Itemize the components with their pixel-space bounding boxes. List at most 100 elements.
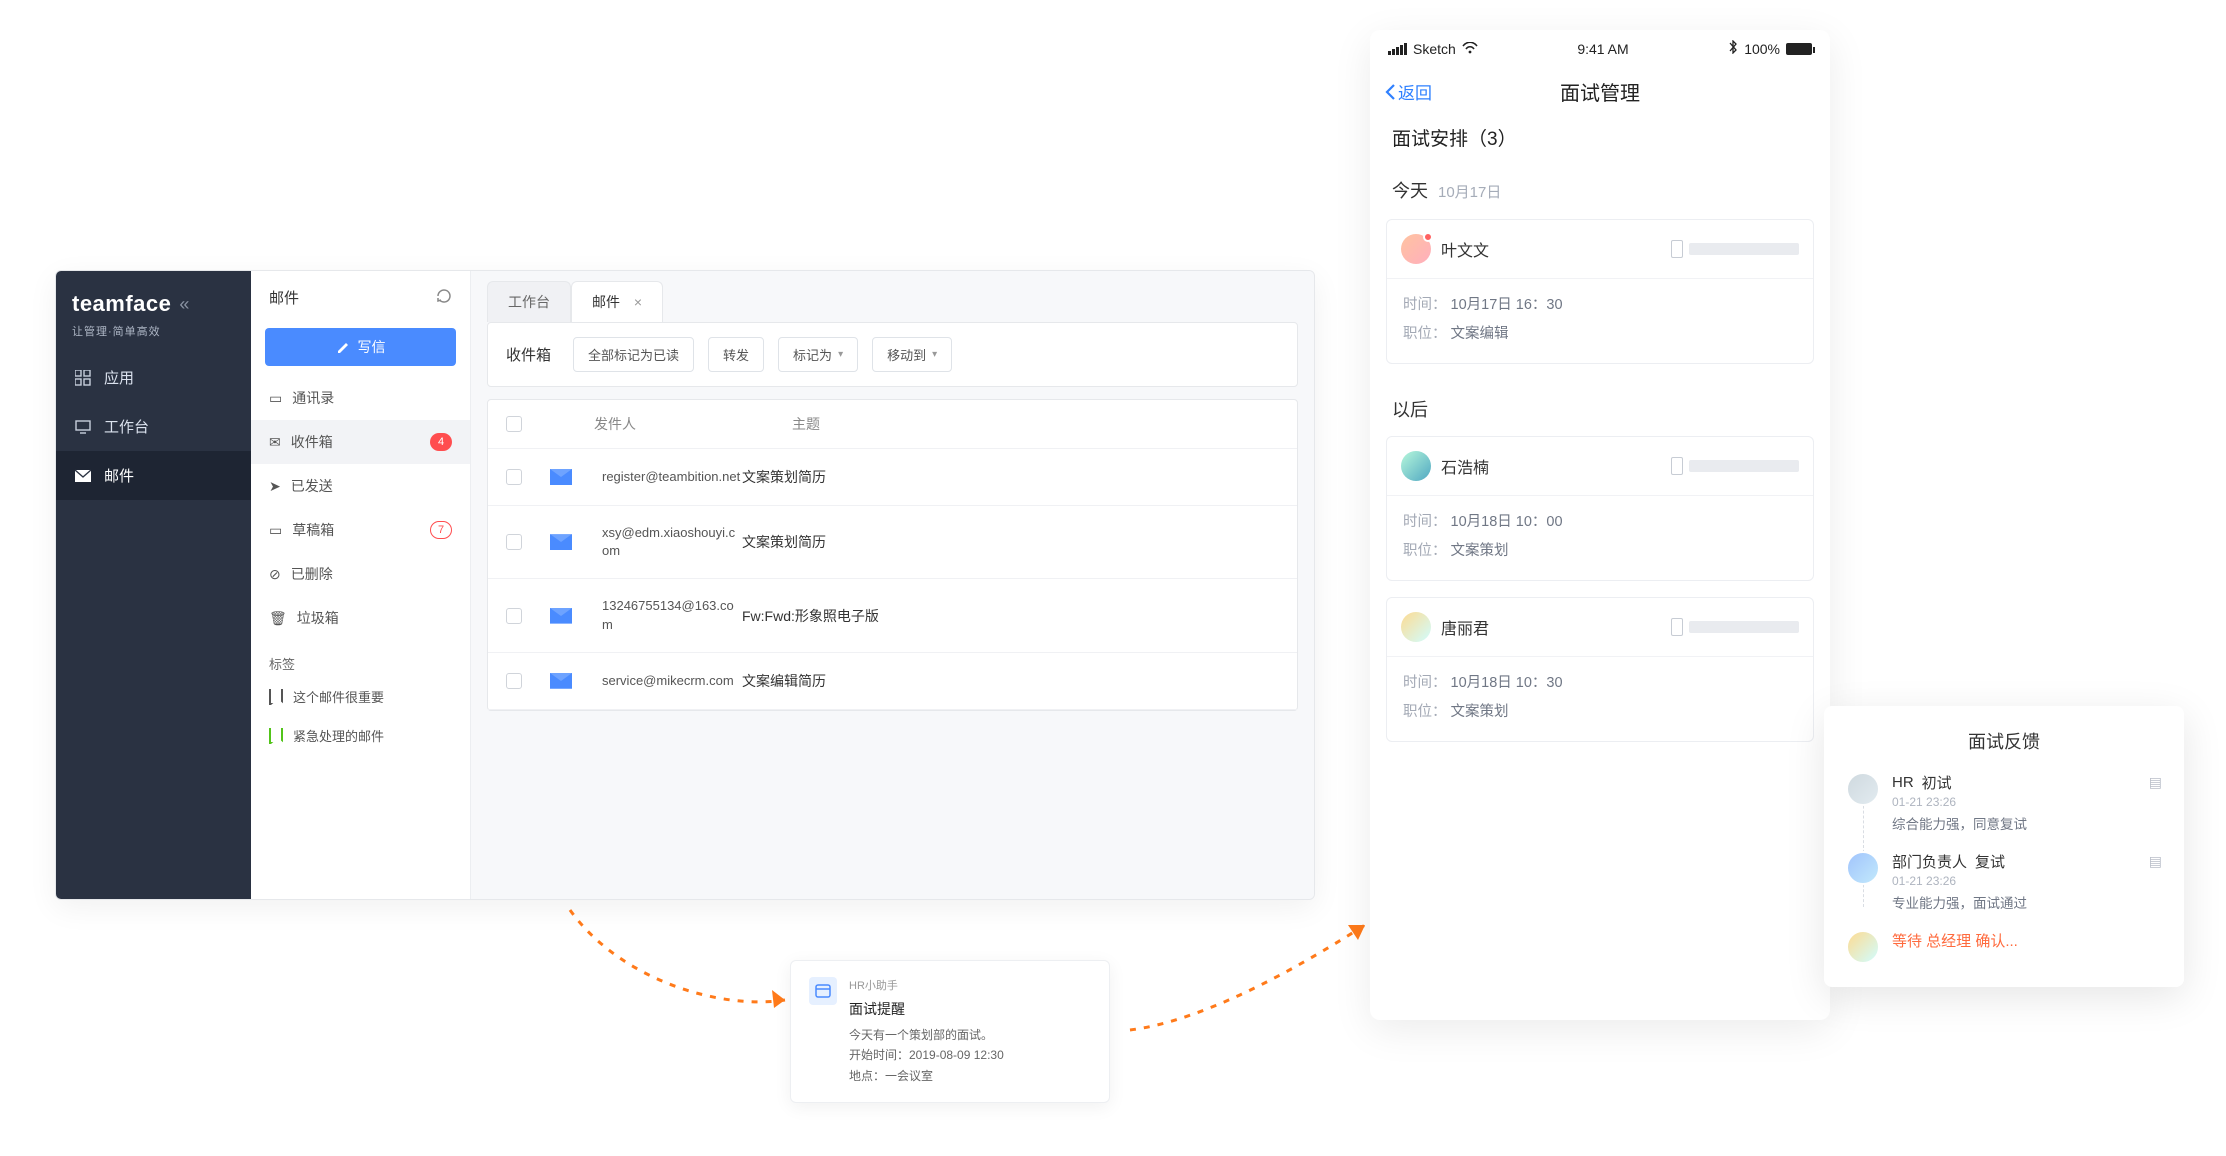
row-checkbox[interactable] (506, 534, 522, 550)
avatar (1401, 451, 1431, 481)
tags-section-label: 标签 (251, 640, 470, 677)
tag-urgent[interactable]: 紧急处理的邮件 (251, 716, 470, 755)
time-label: 时间： (1403, 675, 1447, 691)
section-heading: 面试安排（3） (1370, 120, 1830, 159)
phone-icon (1671, 457, 1683, 475)
nav-mail-label: 邮件 (104, 465, 134, 486)
mail-toolbar: 收件箱 全部标记为已读 转发 标记为▾ 移动到▾ (487, 322, 1298, 387)
close-icon[interactable]: × (634, 294, 642, 310)
notification-card[interactable]: HR小助手 面试提醒 今天有一个策划部的面试。 开始时间：2019-08-09 … (790, 960, 1110, 1103)
interview-card[interactable]: 叶文文 时间：10月17日 16：30 职位：文案编辑 (1386, 219, 1814, 364)
subject: 文案编辑简历 (742, 671, 826, 691)
mail-icon (74, 467, 92, 485)
interview-card[interactable]: 唐丽君 时间：10月18日 10：30 职位：文案策划 (1386, 597, 1814, 742)
table-row[interactable]: xsy@edm.xiaoshouyi.com 文案策划简历 (488, 506, 1297, 579)
phone-field (1671, 240, 1799, 258)
redacted-bar (1689, 460, 1799, 472)
contacts-icon: ▭ (269, 390, 282, 407)
nav-workbench[interactable]: 工作台 (56, 402, 251, 451)
redacted-bar (1689, 621, 1799, 633)
sidebar-inbox[interactable]: ✉ 收件箱 4 (251, 420, 470, 464)
position-label: 职位： (1403, 326, 1447, 342)
row-checkbox[interactable] (506, 469, 522, 485)
inbox-label: 收件箱 (291, 432, 333, 452)
sidebar-title: 邮件 (269, 287, 299, 308)
position-label: 职位： (1403, 704, 1447, 720)
feedback-popover: 面试反馈 HR 初试 ▤ 01-21 23:26 综合能力强，同意复试 部门负责… (1824, 706, 2184, 987)
trash-icon: 🗑 (269, 610, 287, 627)
position-value: 文案策划 (1451, 543, 1509, 559)
row-checkbox[interactable] (506, 673, 522, 689)
contacts-label: 通讯录 (292, 388, 334, 408)
carrier: Sketch (1413, 41, 1456, 57)
grid-icon (74, 369, 92, 387)
position-value: 文案编辑 (1451, 326, 1509, 342)
note-icon[interactable]: ▤ (2149, 853, 2162, 870)
candidate-name: 叶文文 (1441, 237, 1489, 261)
calendar-icon (809, 977, 837, 1005)
mail-sidebar: 邮件 写信 ▭ 通讯录 ✉ 收件箱 4 ➤ 已发送 ▭ 草稿箱 7 (251, 271, 471, 899)
trash-label: 垃圾箱 (297, 608, 339, 628)
chevron-down-icon: ▾ (932, 349, 937, 360)
select-all-checkbox[interactable] (506, 416, 522, 432)
phone-icon (1671, 240, 1683, 258)
chevron-down-icon: ▾ (838, 349, 843, 360)
feedback-text: 综合能力强，同意复试 (1892, 813, 2162, 833)
avatar (1846, 851, 1880, 885)
nav-apps[interactable]: 应用 (56, 353, 251, 402)
col-subject: 主题 (792, 414, 820, 434)
forward-button[interactable]: 转发 (708, 337, 764, 372)
mail-main: 工作台 邮件 × 收件箱 全部标记为已读 转发 标记为▾ 移动到▾ 发件人 主题… (471, 271, 1314, 899)
nav-mail[interactable]: 邮件 (56, 451, 251, 500)
subject: 文案策划简历 (742, 467, 826, 487)
inbox-icon: ✉ (269, 434, 281, 451)
mark-all-read-button[interactable]: 全部标记为已读 (573, 337, 694, 372)
mail-icon (550, 673, 572, 689)
note-icon[interactable]: ▤ (2149, 774, 2162, 791)
refresh-icon[interactable] (436, 288, 452, 308)
candidate-name: 唐丽君 (1441, 615, 1489, 639)
time-label: 时间： (1403, 514, 1447, 530)
time-label: 时间： (1403, 297, 1447, 313)
table-row[interactable]: service@mikecrm.com 文案编辑简历 (488, 653, 1297, 710)
row-checkbox[interactable] (506, 608, 522, 624)
sidebar-trash[interactable]: 🗑 垃圾箱 (251, 596, 470, 640)
today-label: 今天 (1392, 177, 1428, 203)
tab-mail[interactable]: 邮件 × (571, 281, 663, 322)
interview-card[interactable]: 石浩楠 时间：10月18日 10：00 职位：文案策划 (1386, 436, 1814, 581)
brand-tagline: 让管理·简单高效 (56, 323, 251, 353)
pen-icon (336, 339, 350, 356)
sidebar-drafts[interactable]: ▭ 草稿箱 7 (251, 508, 470, 552)
compose-button[interactable]: 写信 (265, 328, 456, 366)
sidebar-sent[interactable]: ➤ 已发送 (251, 464, 470, 508)
feedback-role: 部门负责人 (1892, 851, 1967, 872)
sidebar-contacts[interactable]: ▭ 通讯录 (251, 376, 470, 420)
feedback-item[interactable]: HR 初试 ▤ 01-21 23:26 综合能力强，同意复试 (1892, 772, 2162, 833)
phone-field (1671, 457, 1799, 475)
candidate-name: 石浩楠 (1441, 454, 1489, 478)
sender: 13246755134@163.com (602, 597, 742, 633)
sent-icon: ➤ (269, 478, 281, 495)
sidebar-header: 邮件 (251, 271, 470, 324)
drafts-label: 草稿箱 (292, 520, 334, 540)
monitor-icon (74, 418, 92, 436)
sender: service@mikecrm.com (602, 672, 742, 690)
mark-as-button[interactable]: 标记为▾ (778, 337, 858, 372)
tab-workbench[interactable]: 工作台 (487, 281, 571, 322)
table-row[interactable]: register@teambition.net 文案策划简历 (488, 449, 1297, 506)
sidebar-deleted[interactable]: ⊘ 已删除 (251, 552, 470, 596)
bluetooth-icon (1728, 40, 1738, 57)
tag-important[interactable]: 这个邮件很重要 (251, 677, 470, 716)
move-to-button[interactable]: 移动到▾ (872, 337, 952, 372)
feedback-stage: 初试 (1922, 772, 1952, 793)
avatar (1846, 772, 1880, 806)
today-date: 10月17日 (1438, 181, 1501, 202)
collapse-icon[interactable]: « (179, 294, 189, 315)
phone-screen: Sketch 9:41 AM 100% 返回 面试管理 面试安排（3） 今天 1… (1370, 30, 1830, 1020)
table-row[interactable]: 13246755134@163.com Fw:Fwd:形象照电子版 (488, 579, 1297, 652)
phone-navbar: 返回 面试管理 (1370, 67, 1830, 120)
tab-workbench-label: 工作台 (508, 294, 550, 310)
compose-label: 写信 (358, 337, 386, 357)
tab-bar: 工作台 邮件 × (471, 271, 1314, 322)
feedback-item[interactable]: 部门负责人 复试 ▤ 01-21 23:26 专业能力强，面试通过 (1892, 851, 2162, 912)
